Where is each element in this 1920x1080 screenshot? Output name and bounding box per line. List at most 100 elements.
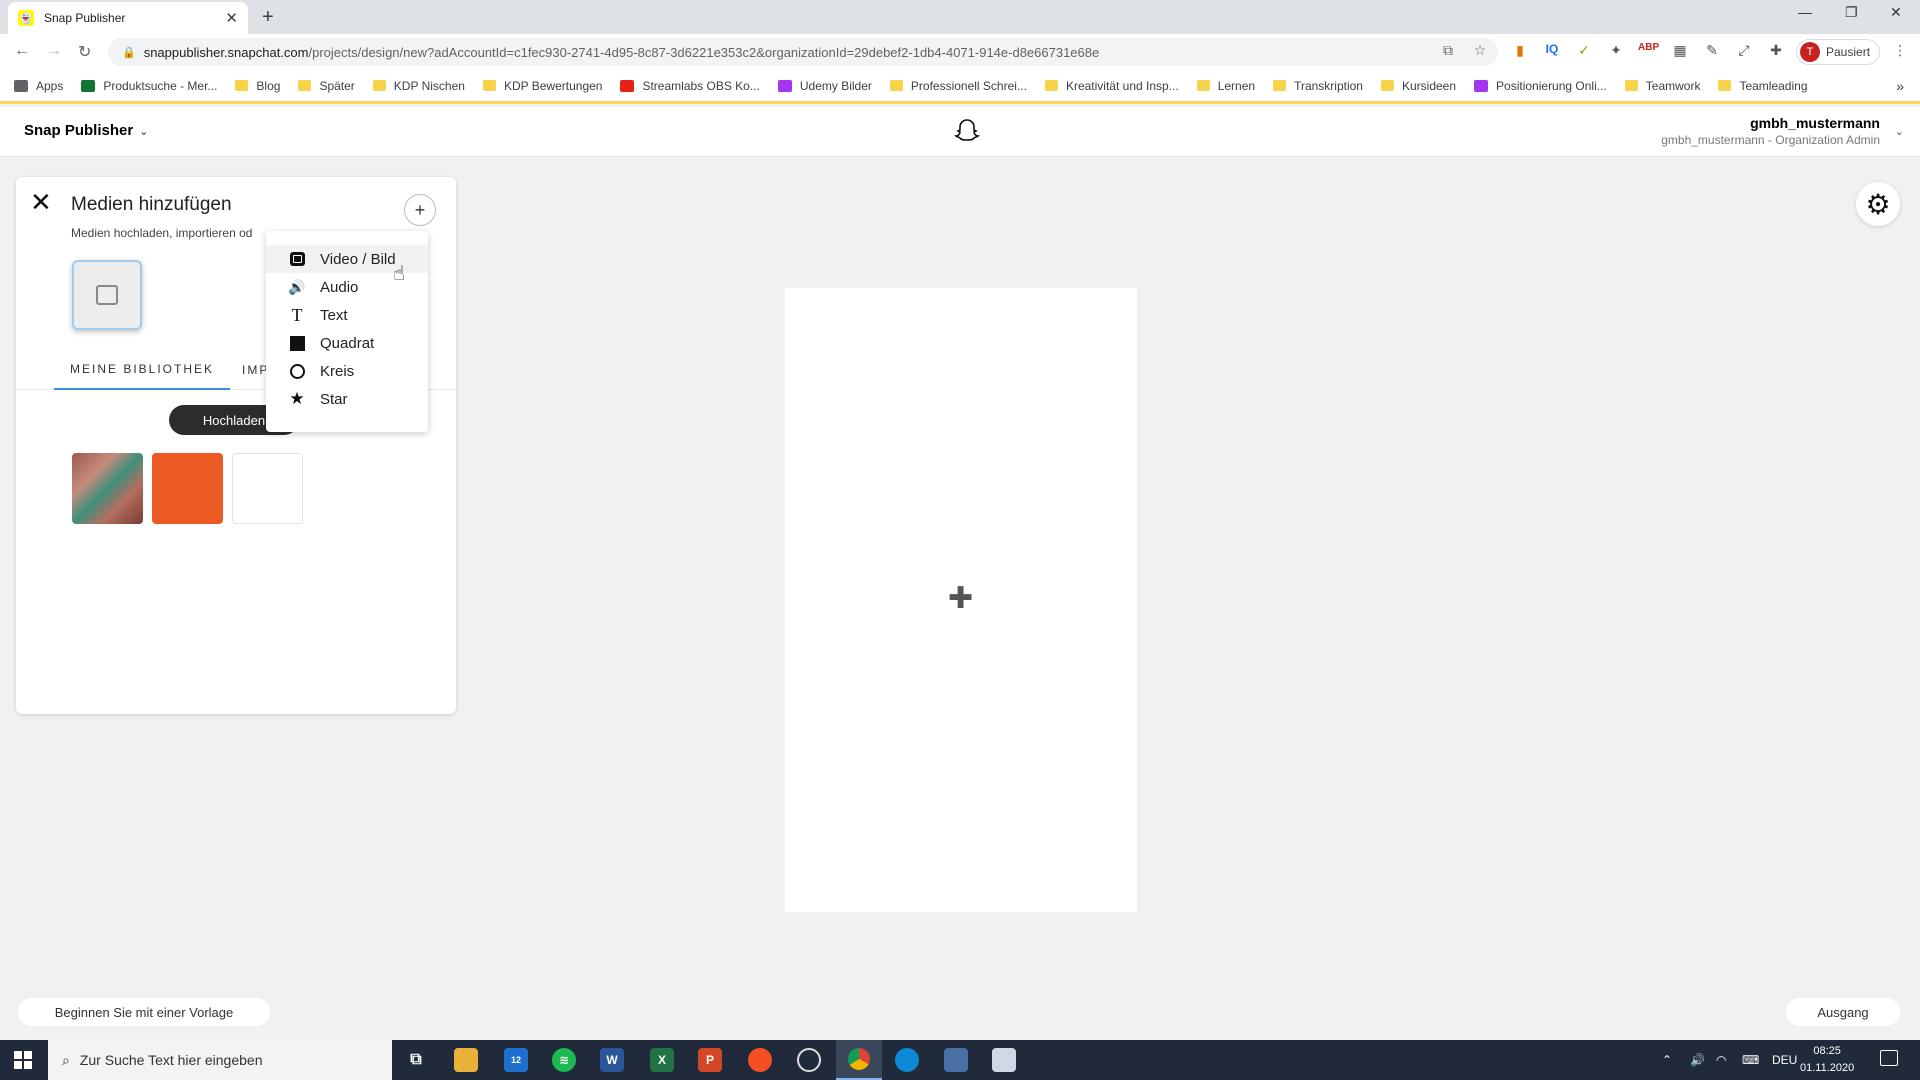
merchant-icon [81,79,96,92]
bookmark-item[interactable]: Teamwork [1624,79,1700,93]
library-thumbnail-orange[interactable] [152,453,223,524]
extension-check-icon[interactable]: ✓ [1574,42,1594,59]
add-to-canvas-icon[interactable]: ✚ [948,581,973,616]
bookmark-label: Apps [36,78,64,93]
bookmark-star-icon[interactable]: ☆ [1470,42,1490,59]
app-window-icon[interactable] [992,1048,1016,1072]
bookmark-item[interactable]: Transkription [1273,79,1363,93]
folder-icon [1380,80,1394,91]
extension-grid-icon[interactable]: ▦ [1670,42,1690,59]
settings-button[interactable]: ⚙ [1856,182,1900,226]
address-bar[interactable]: 🔒 snappublisher.snapchat.com /projects/d… [108,38,1498,66]
close-panel-icon[interactable]: ✕ [30,187,52,218]
bookmark-item[interactable]: Kreativität und Insp... [1044,79,1179,93]
bookmark-item[interactable]: Udemy Bilder [777,79,872,93]
taskbar-search-input[interactable]: ⌕ Zur Suche Text hier eingeben [48,1040,392,1080]
bookmark-label: Professionell Schrei... [910,78,1027,93]
profile-button[interactable]: T Pausiert [1796,39,1880,65]
media-placeholder-tile[interactable] [72,260,142,330]
exit-button[interactable]: Ausgang [1786,998,1900,1026]
bookmark-item[interactable]: Produktsuche - Mer... [81,79,217,93]
mail-badge: 12 [510,1055,521,1065]
browser-menu-icon[interactable]: ⋮ [1890,42,1910,59]
adblock-icon[interactable]: ABP [1638,42,1659,53]
avatar: T [1800,42,1820,62]
excel-icon[interactable]: X [650,1048,674,1072]
chevron-down-icon: ⌄ [139,126,149,138]
volume-icon[interactable]: 🔊 [1690,1040,1705,1080]
menu-item-circle[interactable]: Kreis [266,357,428,385]
task-view-icon[interactable]: ⧉ [404,1048,428,1072]
folder-icon [1718,80,1732,91]
hand-cursor-icon: ☝ [393,263,406,285]
mail-icon[interactable]: 12 [504,1048,528,1072]
bookmark-item[interactable]: Später [298,79,355,93]
file-explorer-icon[interactable] [454,1048,478,1072]
bookmark-item[interactable]: Lernen [1196,78,1256,93]
chrome-taskbar-icon[interactable] [836,1040,882,1080]
bookmark-label: Teamleading [1739,78,1808,93]
extension-tool-icon[interactable]: ✦ [1606,42,1626,59]
wifi-icon[interactable]: ◠ [1716,1040,1726,1080]
browser-tab[interactable]: 👻 Snap Publisher ✕ [8,2,248,34]
powerpoint-icon[interactable]: P [698,1048,722,1072]
notification-icon[interactable] [1880,1050,1898,1066]
plus-icon: + [414,199,426,220]
forward-icon[interactable]: → [46,42,62,60]
language-indicator[interactable]: DEU [1772,1040,1797,1080]
clock[interactable]: 08:25 01.11.2020 [1800,1043,1854,1077]
user-menu[interactable]: gmbh_mustermann gmbh_mustermann - Organi… [1661,115,1880,147]
keyboard-icon[interactable]: ⌨ [1742,1040,1759,1080]
tab-close-icon[interactable]: ✕ [225,9,238,27]
library-thumbnail-white[interactable] [232,453,303,524]
bookmark-item[interactable]: Streamlabs OBS Ko... [620,79,760,93]
menu-item-label: Kreis [320,362,355,380]
window-close-icon[interactable]: ✕ [1890,4,1902,21]
folder-icon [1044,80,1058,91]
start-with-template-button[interactable]: Beginnen Sie mit einer Vorlage [18,998,270,1026]
bookmark-item[interactable]: Apps [14,79,63,93]
snapchat-favicon-icon: 👻 [18,10,34,26]
menu-item-text[interactable]: T Text [266,301,428,329]
bookmark-label: Lernen [1217,78,1256,93]
bookmark-item[interactable]: Positionierung Onli... [1474,79,1607,93]
user-chevron-down-icon[interactable]: ⌄ [1895,125,1904,138]
extension-bookmark-icon[interactable]: ▮ [1510,42,1530,59]
bookmark-item[interactable]: KDP Nischen [372,79,465,93]
tab-my-library[interactable]: MEINE BIBLIOTHEK [54,350,230,390]
bookmark-item[interactable]: KDP Bewertungen [482,79,602,93]
add-element-button[interactable]: + [404,194,436,226]
extensions-puzzle-icon[interactable]: ✚ [1766,42,1786,59]
bookmark-item[interactable]: Blog [235,79,280,93]
translate-icon[interactable]: ⧉ [1438,42,1458,59]
eyedropper-icon[interactable]: ✎ [1702,42,1722,59]
windows-start-icon[interactable] [14,1051,32,1069]
windows-taskbar: ⌕ Zur Suche Text hier eingeben ⧉ 12 ≋ W … [0,1040,1920,1080]
youtube-icon [620,79,635,92]
word-icon[interactable]: W [600,1048,624,1072]
library-thumbnail-photo[interactable] [72,453,143,524]
extension-iq-icon[interactable]: IQ [1542,42,1562,56]
bookmark-item[interactable]: Teamleading [1718,78,1808,93]
tray-chevron-icon[interactable]: ⌃ [1662,1040,1672,1080]
fullscreen-icon[interactable]: ⤢ [1734,42,1754,59]
spotify-icon[interactable]: ≋ [552,1048,576,1072]
new-tab-icon[interactable]: + [262,6,274,29]
menu-item-square[interactable]: Quadrat [266,329,428,357]
bookmarks-more-icon[interactable]: » [1896,78,1904,94]
back-icon[interactable]: ← [14,42,30,60]
edge-icon[interactable] [895,1048,919,1072]
app-picture-icon[interactable] [944,1048,968,1072]
brand-menu[interactable]: Snap Publisher ⌄ [24,122,148,139]
reload-icon[interactable]: ↻ [78,42,91,62]
minimize-icon[interactable]: — [1798,4,1812,20]
obs-icon[interactable] [797,1048,821,1072]
bookmark-item[interactable]: Professionell Schrei... [889,78,1027,93]
search-icon: ⌕ [62,1051,70,1068]
bookmark-item[interactable]: Kursideen [1380,78,1457,93]
bookmark-label: Kursideen [1401,78,1457,93]
story-canvas[interactable]: ✚ [785,288,1137,912]
menu-item-star[interactable]: ★ Star [266,385,428,413]
restore-icon[interactable]: ❐ [1845,4,1858,21]
app-orange-icon[interactable] [748,1048,772,1072]
